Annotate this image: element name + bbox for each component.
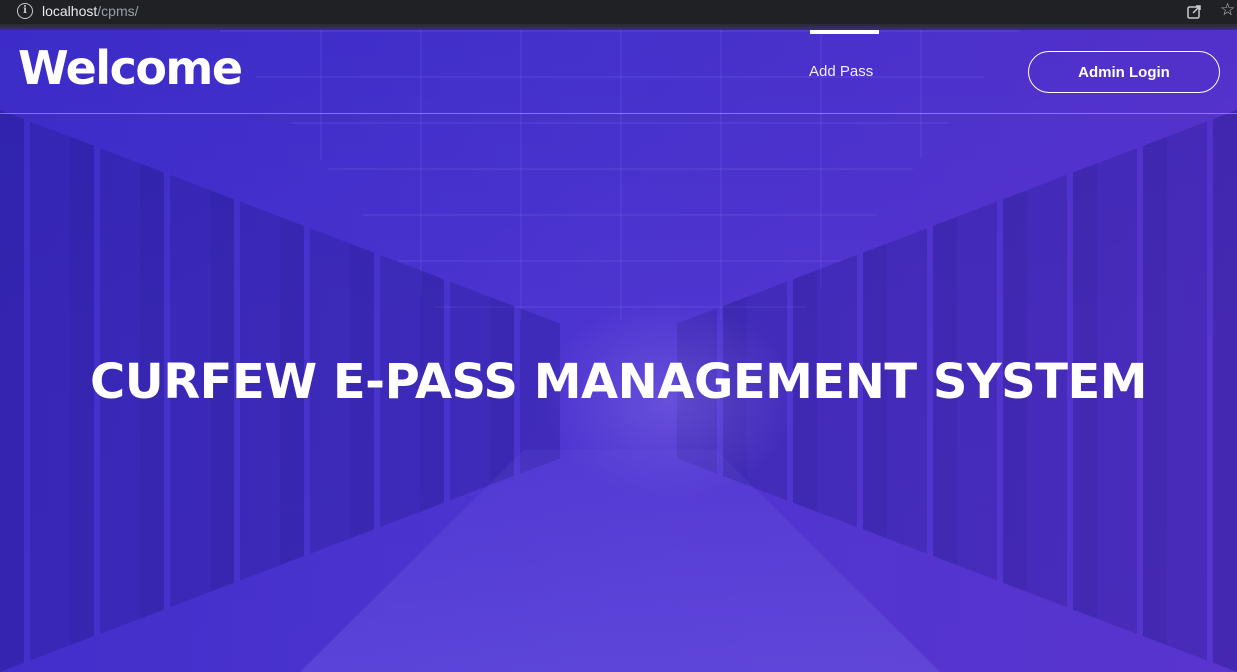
- address-url[interactable]: localhost/cpms/: [42, 3, 139, 20]
- hero-heading: CURFEW E-PASS MANAGEMENT SYSTEM: [89, 354, 1148, 410]
- share-icon[interactable]: [1186, 3, 1203, 20]
- site-title[interactable]: Welcome: [18, 38, 243, 98]
- star-icon[interactable]: ☆: [1220, 1, 1237, 19]
- hero-section: Welcome Add Pass Admin Login CURFEW E-PA…: [0, 30, 1237, 672]
- nav-link-add-pass[interactable]: Add Pass: [809, 63, 873, 81]
- background-floor: [300, 450, 940, 672]
- url-path: /cpms/: [97, 3, 139, 19]
- navbar-divider: [0, 113, 1237, 114]
- background-ceiling: [220, 30, 1020, 320]
- browser-address-bar: i localhost/cpms/ ☆: [0, 0, 1237, 24]
- url-host: localhost: [42, 3, 98, 19]
- admin-login-button[interactable]: Admin Login: [1028, 51, 1220, 93]
- nav-active-indicator: [810, 30, 879, 34]
- info-icon[interactable]: i: [17, 3, 33, 19]
